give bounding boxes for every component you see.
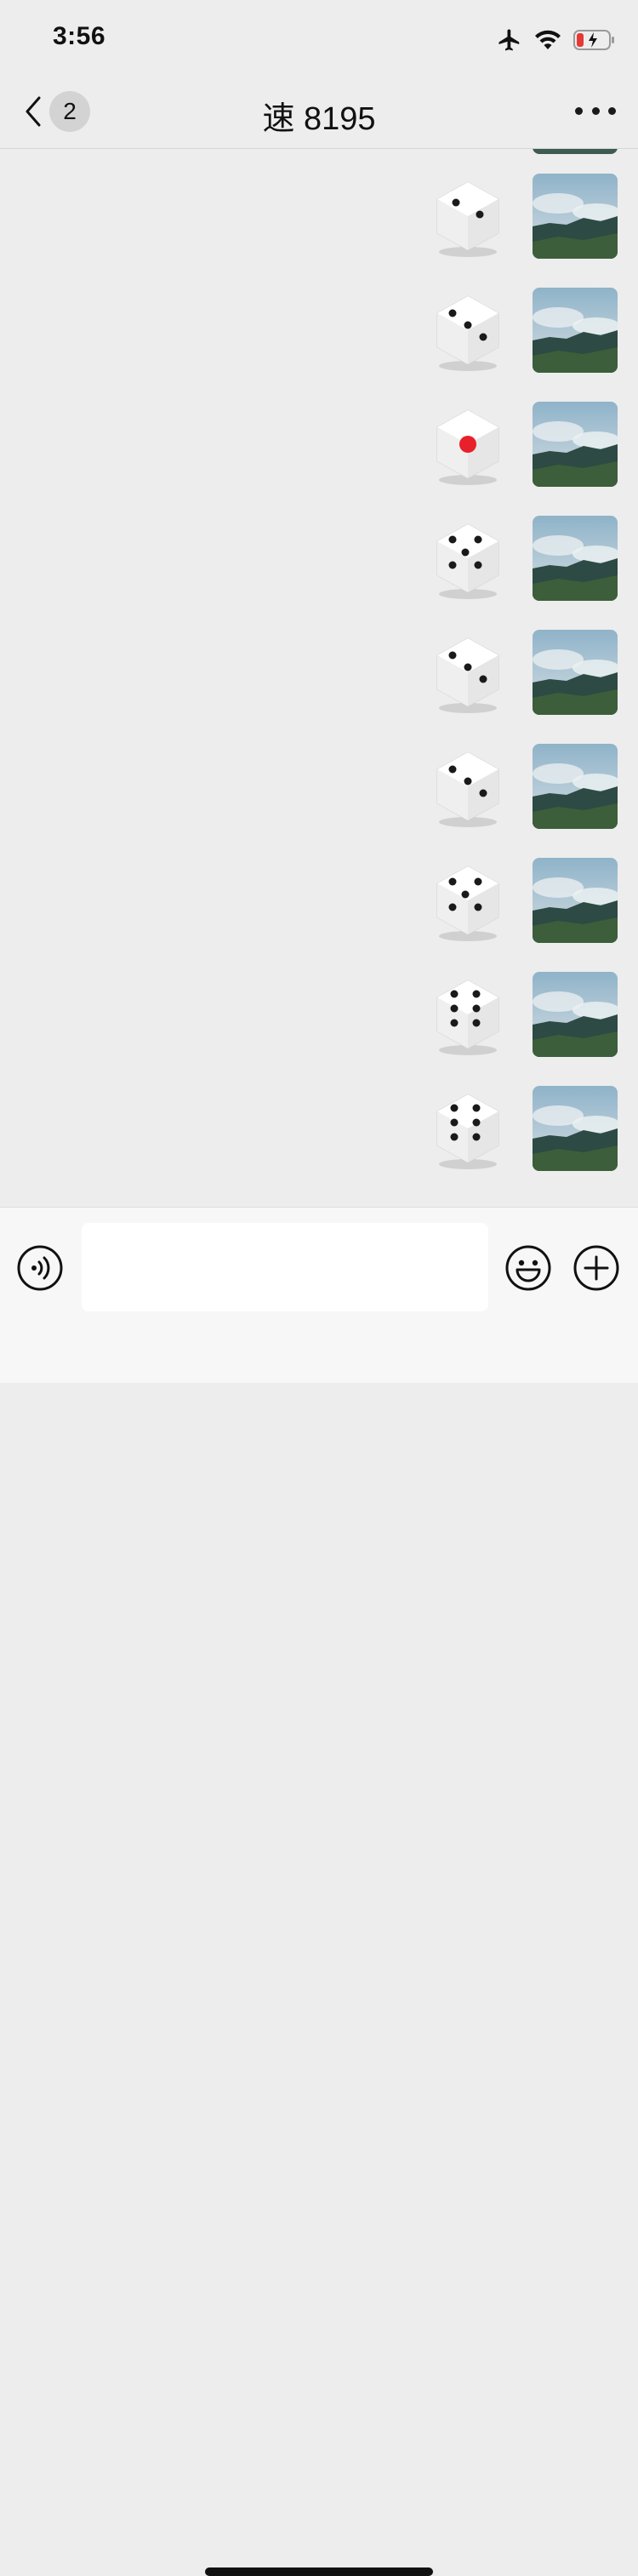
dice-6-icon[interactable] bbox=[425, 1086, 510, 1171]
avatar[interactable] bbox=[533, 402, 618, 487]
dice-3-icon[interactable] bbox=[425, 288, 510, 373]
dice-3-icon[interactable] bbox=[425, 630, 510, 715]
avatar[interactable] bbox=[533, 630, 618, 715]
message-row bbox=[0, 858, 638, 951]
avatar[interactable] bbox=[533, 1086, 618, 1171]
avatar[interactable] bbox=[533, 972, 618, 1057]
dice-5-icon[interactable] bbox=[425, 516, 510, 601]
message-row bbox=[0, 516, 638, 609]
nav-bar: 2 速 8195 bbox=[0, 75, 638, 149]
message-row bbox=[0, 1086, 638, 1179]
dice-5-icon[interactable] bbox=[425, 858, 510, 943]
status-time: 3:56 bbox=[53, 22, 106, 50]
dice-6-icon[interactable] bbox=[425, 972, 510, 1057]
message-row bbox=[0, 972, 638, 1065]
avatar[interactable] bbox=[533, 744, 618, 829]
avatar[interactable] bbox=[533, 858, 618, 943]
chat-messages[interactable] bbox=[0, 149, 638, 1206]
message-row bbox=[0, 174, 638, 267]
avatar-partial bbox=[533, 149, 618, 154]
status-bar: 3:56 bbox=[0, 0, 638, 75]
emoji-smile-icon[interactable] bbox=[505, 1245, 551, 1291]
home-indicator bbox=[205, 2567, 433, 2576]
chat-title: 速 8195 bbox=[262, 101, 376, 137]
message-row bbox=[0, 744, 638, 837]
more-horizontal-icon bbox=[575, 106, 583, 115]
message-input[interactable] bbox=[82, 1223, 488, 1311]
more-button[interactable] bbox=[575, 100, 616, 121]
message-row bbox=[0, 630, 638, 723]
plus-circle-icon[interactable] bbox=[573, 1245, 619, 1291]
dice-3-icon[interactable] bbox=[425, 744, 510, 829]
dice-2-icon[interactable] bbox=[425, 174, 510, 259]
battery-low-charging-icon bbox=[573, 30, 614, 50]
input-bar bbox=[0, 1207, 638, 2576]
avatar[interactable] bbox=[533, 288, 618, 373]
status-icons bbox=[497, 26, 616, 54]
avatar[interactable] bbox=[533, 516, 618, 601]
dice-1-icon[interactable] bbox=[425, 402, 510, 487]
message-row bbox=[0, 402, 638, 495]
airplane-icon bbox=[498, 29, 520, 51]
wifi-icon bbox=[535, 30, 561, 49]
voice-mode-icon[interactable] bbox=[17, 1245, 63, 1291]
avatar[interactable] bbox=[533, 174, 618, 259]
message-row bbox=[0, 288, 638, 381]
